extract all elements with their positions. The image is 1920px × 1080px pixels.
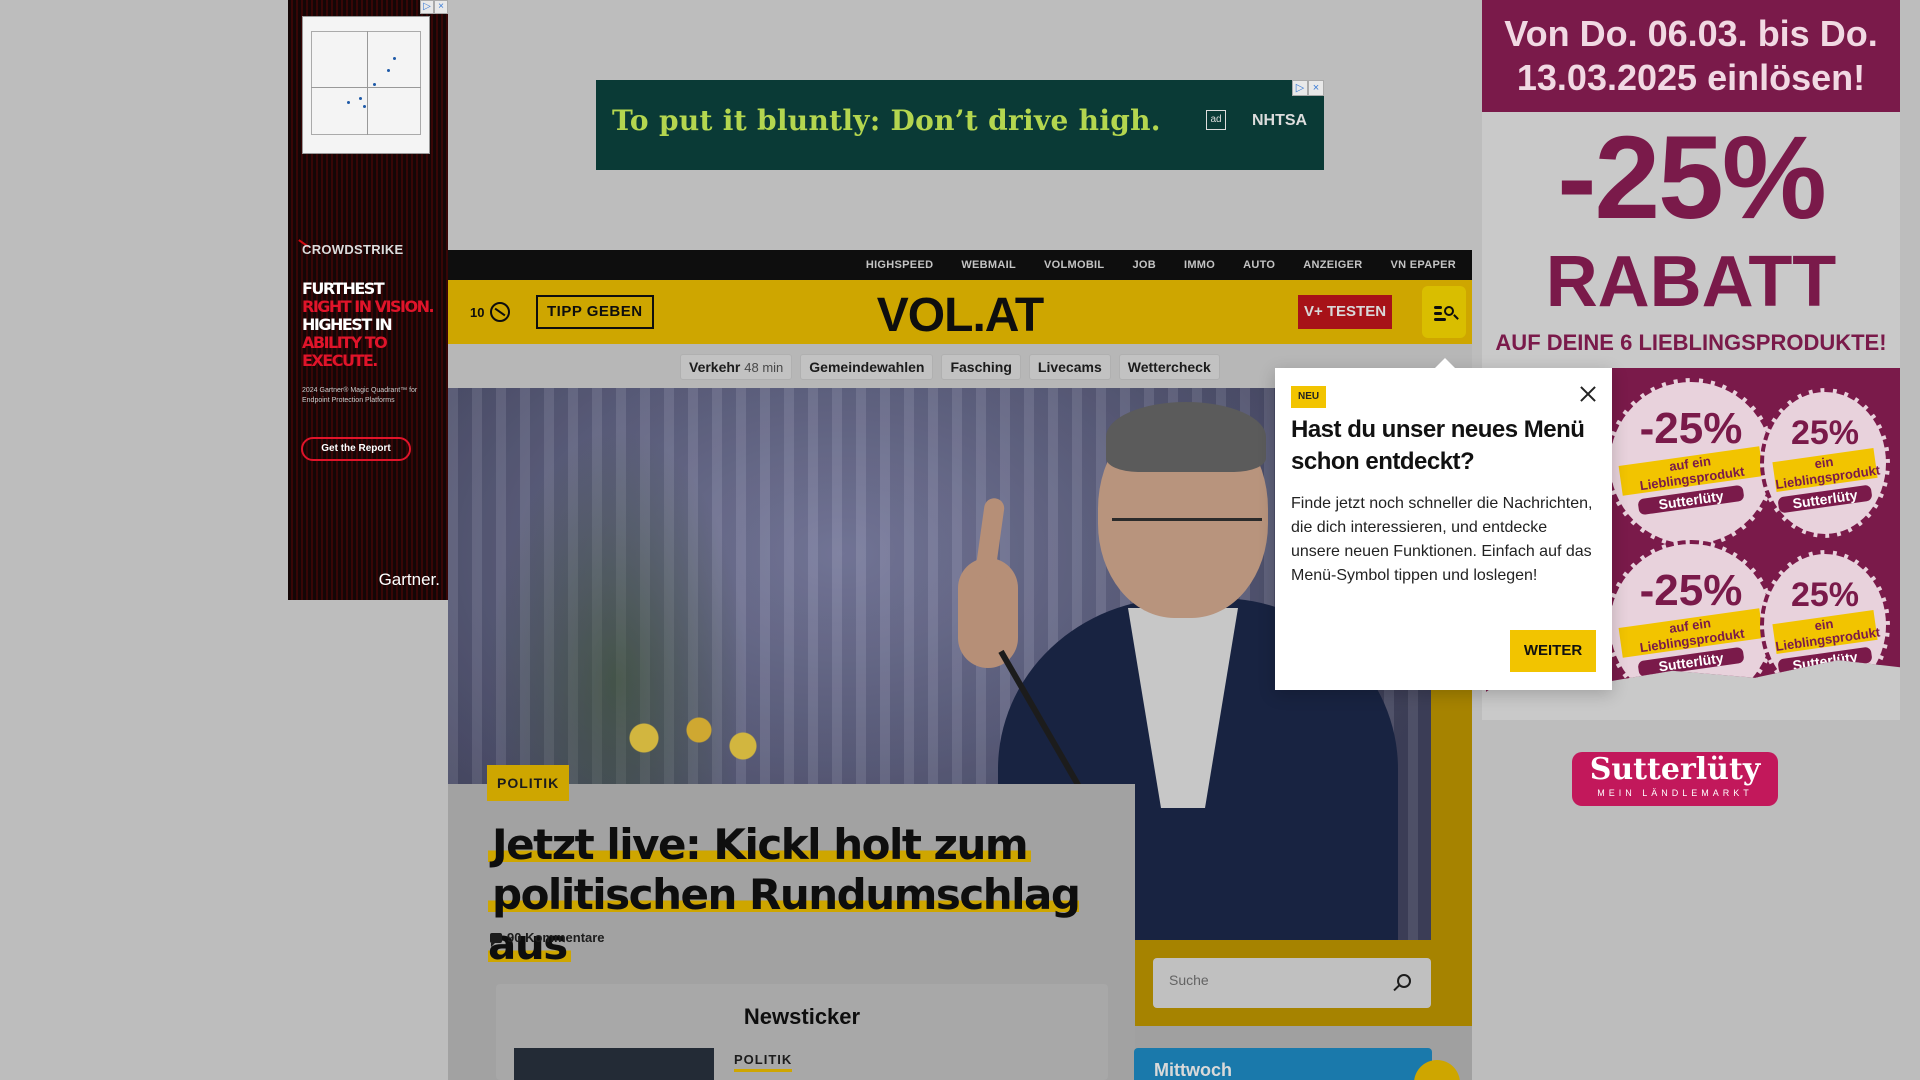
- ad-report-thumbnail: [302, 16, 430, 154]
- newsticker: Newsticker POLITIK: [496, 984, 1108, 1080]
- new-menu-popup: NEU Hast du unser neues Menü schon entde…: [1275, 358, 1612, 690]
- nav-auto[interactable]: AUTO: [1243, 259, 1275, 271]
- ad-percent: -25%: [1557, 112, 1826, 244]
- ad-choices[interactable]: ▷ ×: [1292, 80, 1324, 96]
- weather-card[interactable]: Mittwoch: [1134, 1048, 1432, 1080]
- nav-volmobil[interactable]: VOLMOBIL: [1044, 259, 1104, 271]
- newsticker-category[interactable]: POLITIK: [734, 1052, 793, 1072]
- comments-link[interactable]: 90 Kommentare: [490, 930, 605, 947]
- chip-livecams[interactable]: Livecams: [1028, 354, 1111, 380]
- chip-wettercheck[interactable]: Wettercheck: [1118, 354, 1220, 380]
- ad-tagline: AUF DEINE 6 LIEBLINGSPRODUKTE!: [1495, 330, 1887, 355]
- ad-subtext: 2024 Gartner® Magic Quadrant™ for Endpoi…: [302, 387, 418, 404]
- new-badge: NEU: [1291, 386, 1327, 408]
- nav-immo[interactable]: IMMO: [1184, 259, 1215, 271]
- ad-brand: CROWDSTRIKE: [302, 242, 404, 257]
- nav-vn-epaper[interactable]: VN EPAPER: [1391, 259, 1456, 271]
- nav-anzeiger[interactable]: ANZEIGER: [1303, 259, 1362, 271]
- ad-footer-logo: Gartner.: [378, 570, 440, 589]
- search-icon[interactable]: [1397, 974, 1411, 988]
- adchoices-icon[interactable]: ▷: [420, 0, 434, 14]
- newsticker-title: Newsticker: [743, 1004, 861, 1029]
- site-header: 10 TIPP GEBEN VOL.AT V+ TESTEN: [448, 280, 1472, 344]
- ad-stamp: -25% auf ein Lieblingsprodukt Sutterlüty: [1606, 378, 1776, 548]
- chip-fasching[interactable]: Fasching: [941, 354, 1021, 380]
- ad-choices[interactable]: ▷ ×: [420, 0, 448, 14]
- ad-dates: Von Do. 06.03. bis Do. 13.03.2025 einlös…: [1504, 13, 1878, 98]
- ad-stamp: -25% auf ein Lieblingsprodukt Sutterlüty: [1606, 540, 1776, 692]
- ad-council-icon: ad: [1206, 110, 1226, 130]
- ad-top-banner[interactable]: To put it bluntly: Don’t drive high. ad …: [596, 80, 1324, 170]
- ad-left-crowdstrike[interactable]: ▷ × CROWDSTRIKE FURTHEST RIGHT IN VISION.…: [288, 0, 448, 600]
- newsticker-image[interactable]: [514, 1048, 714, 1080]
- article-headline[interactable]: Jetzt live: Kickl holt zum politischen R…: [488, 820, 1108, 970]
- nav-webmail[interactable]: WEBMAIL: [961, 259, 1016, 271]
- chip-verkehr[interactable]: Verkehr 48 min: [680, 354, 793, 380]
- search-box: [1153, 958, 1431, 1008]
- adchoices-icon[interactable]: ▷: [1292, 80, 1308, 96]
- ad-stamp: 25% ein Lieblingsprodukt Sutterlüty: [1760, 388, 1890, 538]
- ad-stamp: 25% ein Lieblingsprodukt Sutterlüty: [1760, 550, 1890, 692]
- ad-sponsor: NHTSA: [1252, 112, 1308, 129]
- menu-search-icon: [1434, 306, 1442, 309]
- chip-gemeindewahlen[interactable]: Gemeindewahlen: [800, 354, 934, 380]
- search-input[interactable]: [1169, 972, 1389, 988]
- ad-rabatt: RABATT: [1545, 242, 1837, 322]
- close-icon[interactable]: ×: [1308, 80, 1324, 96]
- nav-highspeed[interactable]: HIGHSPEED: [866, 259, 934, 271]
- popup-body: Finde jetzt noch schneller die Nachricht…: [1291, 495, 1593, 584]
- popup-arrow: [1435, 358, 1455, 368]
- ad-message: To put it bluntly: Don’t drive high.: [612, 104, 1161, 137]
- top-service-nav: HIGHSPEED WEBMAIL VOLMOBIL JOB IMMO AUTO…: [448, 250, 1472, 280]
- weather-day: Mittwoch: [1154, 1060, 1232, 1080]
- ad-cta-button[interactable]: Get the Report: [301, 437, 411, 461]
- close-icon[interactable]: [1578, 384, 1598, 404]
- menu-search-button[interactable]: [1422, 286, 1466, 338]
- category-badge[interactable]: POLITIK: [487, 765, 570, 801]
- ad-headline: FURTHEST RIGHT IN VISION. HIGHEST IN ABI…: [302, 279, 435, 370]
- weiter-button[interactable]: WEITER: [1510, 630, 1596, 672]
- popup-title: Hast du unser neues Menü schon entdeckt?: [1291, 416, 1585, 475]
- ad-logo[interactable]: Sutterlüty MEIN LÄNDLEMARKT: [1572, 752, 1778, 806]
- nav-job[interactable]: JOB: [1132, 259, 1156, 271]
- vplus-testen-button[interactable]: V+ TESTEN: [1298, 295, 1392, 329]
- close-icon[interactable]: ×: [434, 0, 448, 14]
- comment-icon: [490, 932, 502, 947]
